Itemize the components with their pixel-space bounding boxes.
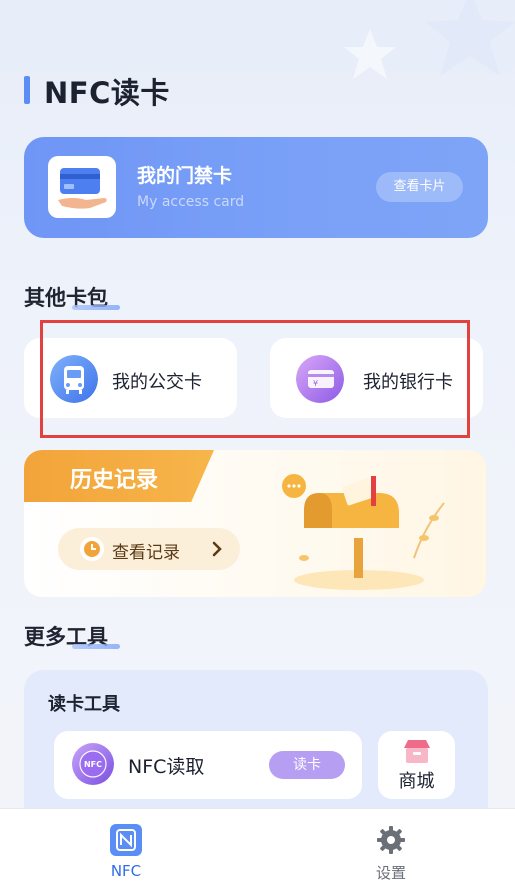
tab-nfc-label: NFC	[110, 862, 142, 880]
clock-icon	[80, 537, 104, 561]
view-records-button[interactable]: 查看记录	[58, 528, 240, 570]
card-reading-tools-title: 读卡工具	[48, 694, 120, 715]
nfc-read-label: NFC读取	[128, 756, 205, 778]
chevron-right-icon	[212, 541, 222, 557]
title-accent-bar	[24, 76, 30, 104]
mall-item[interactable]: 商城	[378, 731, 455, 799]
svg-text:NFC: NFC	[84, 760, 102, 769]
access-card-icon-box	[48, 156, 116, 218]
nfc-icon: NFC	[72, 743, 114, 785]
history-card: 历史记录 查看记录	[24, 450, 486, 597]
mall-label: 商城	[398, 771, 435, 792]
read-card-button[interactable]: 读卡	[269, 751, 345, 779]
view-card-button[interactable]: 查看卡片	[376, 172, 463, 202]
access-card-subtitle: My access card	[137, 194, 245, 210]
view-records-label: 查看记录	[112, 543, 180, 563]
section-underline	[72, 305, 120, 310]
decorative-star-icon	[425, 0, 515, 76]
highlight-box	[40, 320, 470, 438]
tab-nfc[interactable]: NFC	[56, 809, 196, 887]
section-underline	[72, 644, 120, 649]
decorative-star-icon	[344, 29, 396, 79]
tab-settings-label: 设置	[375, 864, 406, 882]
card-reading-tools-panel: 读卡工具 NFC NFC读取 读卡 商城	[24, 670, 488, 830]
bottom-navigation: NFC 设置	[0, 808, 515, 887]
access-card-title: 我的门禁卡	[137, 165, 233, 187]
gear-icon	[377, 826, 405, 854]
page-title: NFC读卡	[44, 76, 170, 110]
hand-holding-card-icon	[58, 168, 107, 209]
tab-settings[interactable]: 设置	[321, 809, 461, 887]
nfc-tab-icon	[110, 824, 142, 856]
mailbox-icon	[282, 474, 445, 590]
shop-icon	[404, 740, 430, 763]
history-tab-label: 历史记录	[70, 468, 159, 493]
access-card-banner[interactable]: 我的门禁卡 My access card 查看卡片	[24, 137, 488, 238]
nfc-read-item[interactable]: NFC NFC读取 读卡	[54, 731, 362, 799]
